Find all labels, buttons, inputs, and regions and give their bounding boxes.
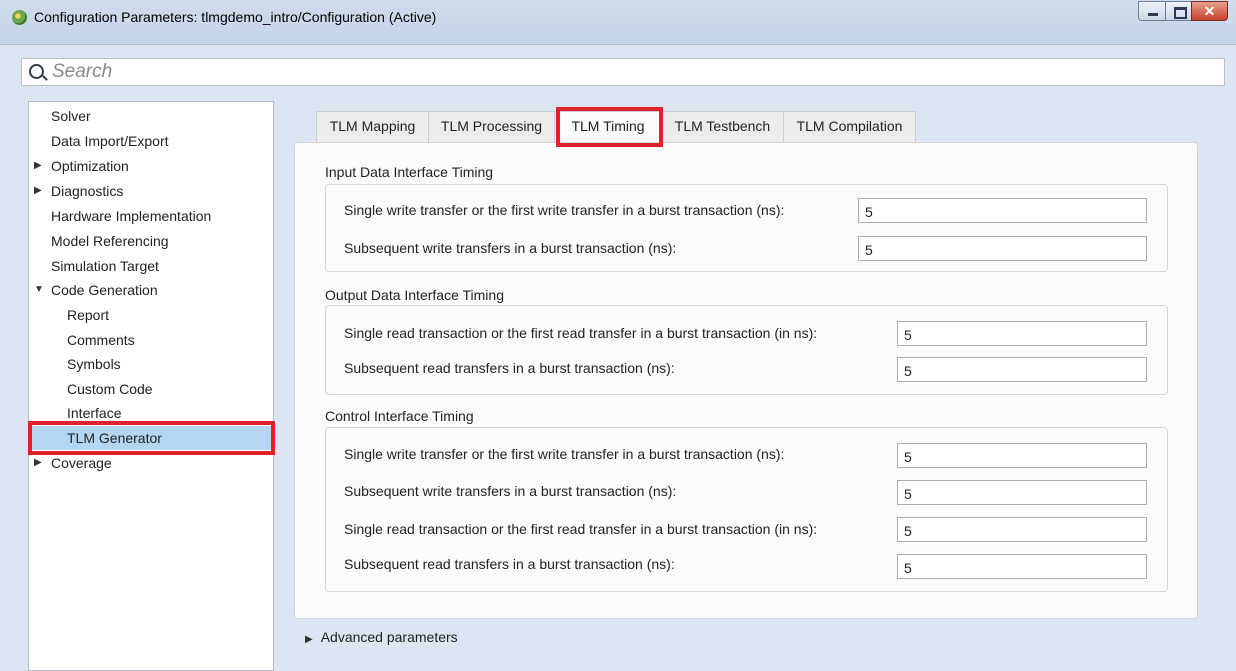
tree-item-label: Comments	[67, 332, 135, 348]
tree-item-label: Diagnostics	[51, 183, 124, 199]
expand-caret-icon[interactable]: ▶	[34, 154, 42, 178]
advanced-parameters-label: Advanced parameters	[320, 629, 458, 645]
tree-item-data-import-export[interactable]: Data Import/Export	[29, 129, 273, 153]
param-label: Single write transfer or the first write…	[344, 202, 785, 218]
title-bar: Configuration Parameters: tlmgdemo_intro…	[0, 0, 1236, 45]
param-label: Subsequent write transfers in a burst tr…	[344, 240, 677, 256]
maximize-button[interactable]	[1165, 1, 1192, 21]
group-title-control: Control Interface Timing	[325, 408, 474, 424]
tab-tlm-timing[interactable]: TLM Timing	[554, 111, 662, 142]
tree-item-interface[interactable]: Interface	[29, 401, 273, 425]
tree-item-solver[interactable]: Solver	[29, 104, 273, 128]
expand-caret-icon: ▶	[305, 634, 313, 645]
close-icon: ✕	[1203, 3, 1216, 19]
param-label: Subsequent read transfers in a burst tra…	[344, 360, 675, 376]
param-label: Subsequent read transfers in a burst tra…	[344, 556, 675, 572]
window-title: Configuration Parameters: tlmgdemo_intro…	[34, 9, 437, 25]
tree-item-label: Interface	[67, 405, 122, 421]
tree-item-label: TLM Generator	[67, 430, 162, 446]
tree-item-optimization[interactable]: ▶ Optimization	[29, 154, 273, 178]
tree-item-hardware-implementation[interactable]: Hardware Implementation	[29, 204, 273, 228]
output-single-read-ns-field[interactable]	[897, 321, 1147, 346]
expand-caret-icon[interactable]: ▶	[34, 451, 42, 475]
search-input[interactable]	[52, 61, 1212, 83]
input-subsequent-write-ns-field[interactable]	[858, 236, 1147, 261]
tab-tlm-testbench[interactable]: TLM Testbench	[661, 111, 784, 142]
param-label: Subsequent write transfers in a burst tr…	[344, 483, 677, 499]
tab-tlm-processing[interactable]: TLM Processing	[428, 111, 555, 142]
control-single-write-ns-field[interactable]	[897, 443, 1147, 468]
advanced-parameters-toggle[interactable]: ▶ Advanced parameters	[305, 629, 458, 645]
tree-item-label: Symbols	[67, 356, 121, 372]
tree-item-label: Data Import/Export	[51, 133, 169, 149]
tab-tlm-mapping[interactable]: TLM Mapping	[316, 111, 429, 142]
close-button[interactable]: ✕	[1191, 1, 1228, 21]
tree-item-symbols[interactable]: Symbols	[29, 352, 273, 376]
tree-item-simulation-target[interactable]: Simulation Target	[29, 254, 273, 278]
tab-tlm-compilation[interactable]: TLM Compilation	[783, 111, 916, 142]
tree-item-label: Solver	[51, 108, 91, 124]
control-single-read-ns-field[interactable]	[897, 517, 1147, 542]
collapse-caret-icon[interactable]: ▼	[34, 278, 44, 302]
search-icon	[29, 64, 44, 79]
tree-item-label: Coverage	[51, 455, 112, 471]
tree-item-label: Simulation Target	[51, 258, 159, 274]
tree-item-label: Custom Code	[67, 381, 153, 397]
control-subsequent-write-ns-field[interactable]	[897, 480, 1147, 505]
control-subsequent-read-ns-field[interactable]	[897, 554, 1147, 579]
group-title-input-data: Input Data Interface Timing	[325, 164, 494, 180]
tree-item-label: Optimization	[51, 158, 129, 174]
param-label: Single write transfer or the first write…	[344, 446, 785, 462]
param-label: Single read transaction or the first rea…	[344, 325, 818, 341]
tree-item-model-referencing[interactable]: Model Referencing	[29, 229, 273, 253]
expand-caret-icon[interactable]: ▶	[34, 179, 42, 203]
tree-item-report[interactable]: Report	[29, 303, 273, 327]
search-bar	[21, 58, 1225, 86]
group-title-output-data: Output Data Interface Timing	[325, 287, 504, 303]
app-icon	[12, 10, 27, 25]
tree-item-custom-code[interactable]: Custom Code	[29, 377, 273, 401]
tree-item-label: Hardware Implementation	[51, 208, 212, 224]
tree-item-label: Report	[67, 307, 110, 323]
input-single-write-ns-field[interactable]	[858, 198, 1147, 223]
minimize-button[interactable]	[1138, 1, 1166, 21]
tree-item-code-generation[interactable]: ▼ Code Generation	[29, 278, 273, 302]
param-label: Single read transaction or the first rea…	[344, 521, 818, 537]
tree-item-comments[interactable]: Comments	[29, 328, 273, 352]
output-subsequent-read-ns-field[interactable]	[897, 357, 1147, 382]
tree-item-tlm-generator[interactable]: TLM Generator	[29, 426, 273, 450]
tree-item-coverage[interactable]: ▶ Coverage	[29, 451, 273, 475]
tree-item-diagnostics[interactable]: ▶ Diagnostics	[29, 179, 273, 203]
category-tree: Solver Data Import/Export ▶ Optimization …	[28, 101, 274, 671]
tree-item-label: Model Referencing	[51, 233, 169, 249]
tree-item-label: Code Generation	[51, 282, 158, 298]
